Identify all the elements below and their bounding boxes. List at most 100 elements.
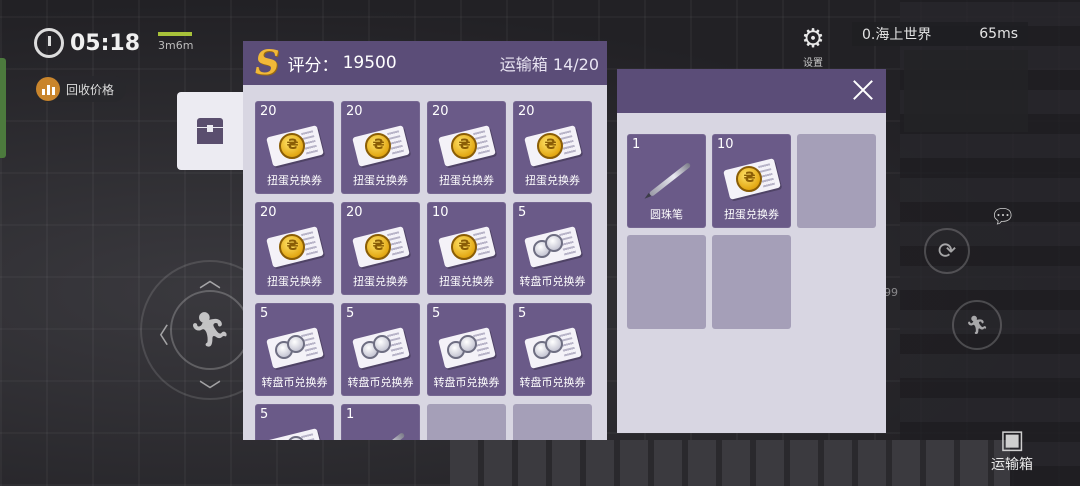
minimap[interactable] xyxy=(904,50,1028,132)
running-figure-icon: 🏃︎ xyxy=(965,314,989,336)
item-slot[interactable]: 20 扭蛋兑换券 xyxy=(341,202,420,295)
item-slot[interactable]: 20 扭蛋兑换券 xyxy=(427,101,506,194)
panel-header: S 评分： 19500 运输箱 14/20 xyxy=(243,41,607,85)
left-edge-marker xyxy=(0,58,6,158)
item-slot[interactable]: 1 圆珠笔 xyxy=(627,134,706,228)
item-quantity: 5 xyxy=(518,205,527,220)
settings-button[interactable]: ⚙ 设置 xyxy=(788,22,838,72)
item-slot[interactable]: 20 扭蛋兑换券 xyxy=(255,101,334,194)
item-quantity: 20 xyxy=(432,104,449,119)
item-quantity: 5 xyxy=(432,306,441,321)
chest-icon: ▣ xyxy=(999,425,1025,455)
recycle-price-label: 回收价格 xyxy=(66,82,115,97)
item-name: 扭蛋兑换券 xyxy=(353,174,408,187)
stat-bar xyxy=(158,32,192,36)
chat-bubble-icon[interactable]: 💬︎ xyxy=(990,204,1015,228)
wheel-coin-ticket-icon xyxy=(523,226,583,268)
crate-label: 运输箱 xyxy=(499,55,548,74)
item-name: 转盘币兑换券 xyxy=(433,376,500,389)
gacha-ticket-icon xyxy=(351,125,411,167)
match-timer: 05:18 xyxy=(34,28,140,58)
dash-action-button[interactable]: 🏃︎ xyxy=(952,300,1002,350)
close-button[interactable] xyxy=(850,77,876,103)
item-name: 扭蛋兑换券 xyxy=(267,174,322,187)
transport-crate-button[interactable]: ▣ 运输箱 xyxy=(982,426,1042,482)
item-slot[interactable]: 5 xyxy=(255,404,334,440)
item-slot[interactable]: 20 扭蛋兑换券 xyxy=(513,101,592,194)
ballpoint-pen-icon xyxy=(637,158,697,200)
mini-stat: 3m6m xyxy=(158,32,193,52)
sprint-button[interactable]: 🏃︎ xyxy=(170,290,250,370)
item-name: 圆珠笔 xyxy=(650,208,683,221)
backpack-panel: 1 圆珠笔 10 扭蛋兑换券 xyxy=(617,69,886,433)
gacha-ticket-icon xyxy=(523,125,583,167)
item-name: 转盘币兑换券 xyxy=(261,376,328,389)
item-slot[interactable]: 10 扭蛋兑换券 xyxy=(712,134,791,228)
wheel-coin-ticket-icon xyxy=(265,327,325,369)
wheel-coin-ticket-icon xyxy=(265,428,325,440)
gacha-ticket-icon xyxy=(265,125,325,167)
empty-slot[interactable] xyxy=(513,404,592,440)
empty-slot[interactable] xyxy=(427,404,506,440)
panel-header xyxy=(617,69,886,113)
wheel-coin-ticket-icon xyxy=(437,327,497,369)
bar-chart-icon xyxy=(36,77,60,101)
item-name: 转盘币兑换券 xyxy=(519,376,586,389)
background-stairs xyxy=(450,440,1010,486)
gacha-ticket-icon xyxy=(437,226,497,268)
item-quantity: 1 xyxy=(632,137,641,152)
item-slot[interactable]: 5 转盘币兑换券 xyxy=(513,303,592,396)
chevron-up-icon: ︿ xyxy=(199,268,222,293)
item-name: 扭蛋兑换券 xyxy=(353,275,408,288)
item-slot[interactable]: 5 转盘币兑换券 xyxy=(513,202,592,295)
transport-crate-label: 运输箱 xyxy=(991,457,1033,473)
settings-label: 设置 xyxy=(803,57,823,69)
refresh-icon: ⟳ xyxy=(937,238,957,264)
chevron-down-icon: ﹀ xyxy=(199,380,222,405)
tab-transport-crate[interactable] xyxy=(177,92,243,170)
item-slot[interactable]: 5 转盘币兑换券 xyxy=(341,303,420,396)
score-value: 19500 xyxy=(342,53,397,73)
wheel-coin-ticket-icon xyxy=(523,327,583,369)
ballpoint-pen-icon xyxy=(351,428,411,440)
item-quantity: 1 xyxy=(346,407,355,422)
running-figure-icon: 🏃︎ xyxy=(188,310,232,350)
item-slot[interactable]: 5 转盘币兑换券 xyxy=(427,303,506,396)
item-quantity: 20 xyxy=(260,104,277,119)
item-slot[interactable]: 20 扭蛋兑换券 xyxy=(341,101,420,194)
crate-capacity: 运输箱 14/20 xyxy=(500,51,599,75)
background-number: 99 xyxy=(884,286,898,299)
crate-item-grid: 20 扭蛋兑换券 20 扭蛋兑换券 20 扭蛋兑换券 20 扭蛋兑换券 20 扭蛋兑换券 20 扭蛋兑… xyxy=(255,101,592,440)
chevron-left-icon: 〈 xyxy=(147,324,170,349)
item-quantity: 10 xyxy=(717,137,734,152)
gacha-ticket-icon xyxy=(265,226,325,268)
item-quantity: 5 xyxy=(518,306,527,321)
item-name: 扭蛋兑换券 xyxy=(439,275,494,288)
item-name: 扭蛋兑换券 xyxy=(724,208,779,221)
transport-crate-panel: S 评分： 19500 运输箱 14/20 20 扭蛋兑换券 20 扭蛋兑换券 20 扭蛋… xyxy=(243,41,607,440)
item-quantity: 20 xyxy=(346,205,363,220)
refresh-action-button[interactable]: ⟳ xyxy=(924,228,970,274)
wheel-coin-ticket-icon xyxy=(351,327,411,369)
item-slot[interactable]: 5 转盘币兑换券 xyxy=(255,303,334,396)
gacha-ticket-icon xyxy=(437,125,497,167)
server-name: 0.海上世界 xyxy=(862,27,932,43)
empty-slot[interactable] xyxy=(627,235,706,329)
item-name: 扭蛋兑换券 xyxy=(439,174,494,187)
item-quantity: 5 xyxy=(260,407,269,422)
item-quantity: 20 xyxy=(260,205,277,220)
ping-value: 65ms xyxy=(979,26,1018,42)
empty-slot[interactable] xyxy=(712,235,791,329)
item-slot[interactable]: 20 扭蛋兑换券 xyxy=(255,202,334,295)
server-info-bar: 0.海上世界 65ms xyxy=(852,22,1028,46)
item-slot[interactable]: 10 扭蛋兑换券 xyxy=(427,202,506,295)
item-slot[interactable]: 1 xyxy=(341,404,420,440)
clock-icon xyxy=(34,28,64,58)
item-quantity: 20 xyxy=(346,104,363,119)
item-name: 转盘币兑换券 xyxy=(347,376,414,389)
gacha-ticket-icon xyxy=(351,226,411,268)
mini-stat-text: 3m6m xyxy=(158,39,194,52)
empty-slot[interactable] xyxy=(797,134,876,228)
item-name: 扭蛋兑换券 xyxy=(525,174,580,187)
recycle-price-button[interactable]: 回收价格 xyxy=(34,76,127,102)
